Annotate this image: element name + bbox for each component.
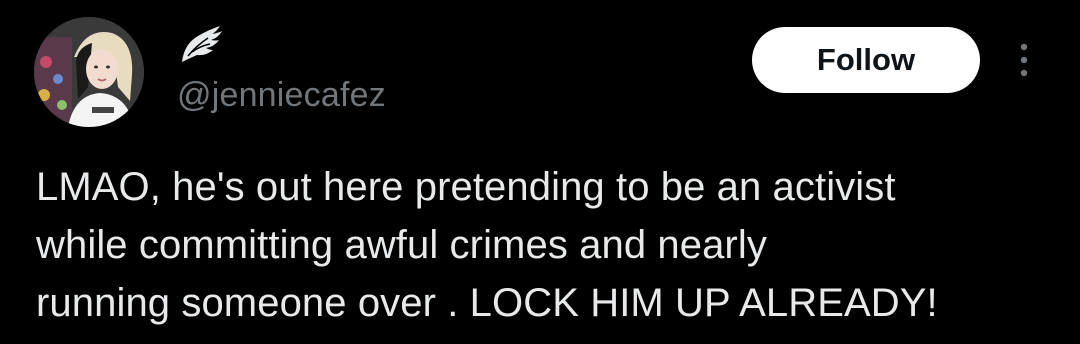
profile-photo — [34, 17, 144, 127]
author-handle[interactable]: @jenniecafez — [177, 75, 386, 115]
angel-wing-icon — [178, 22, 224, 68]
tweet-card: @jenniecafez Follow LMAO, he's out here … — [0, 0, 1080, 344]
tweet-text: LMAO, he's out here pretending to be an … — [36, 165, 938, 325]
avatar[interactable] — [34, 17, 144, 127]
more-vertical-icon[interactable] — [1010, 40, 1038, 80]
follow-button[interactable]: Follow — [752, 27, 980, 93]
